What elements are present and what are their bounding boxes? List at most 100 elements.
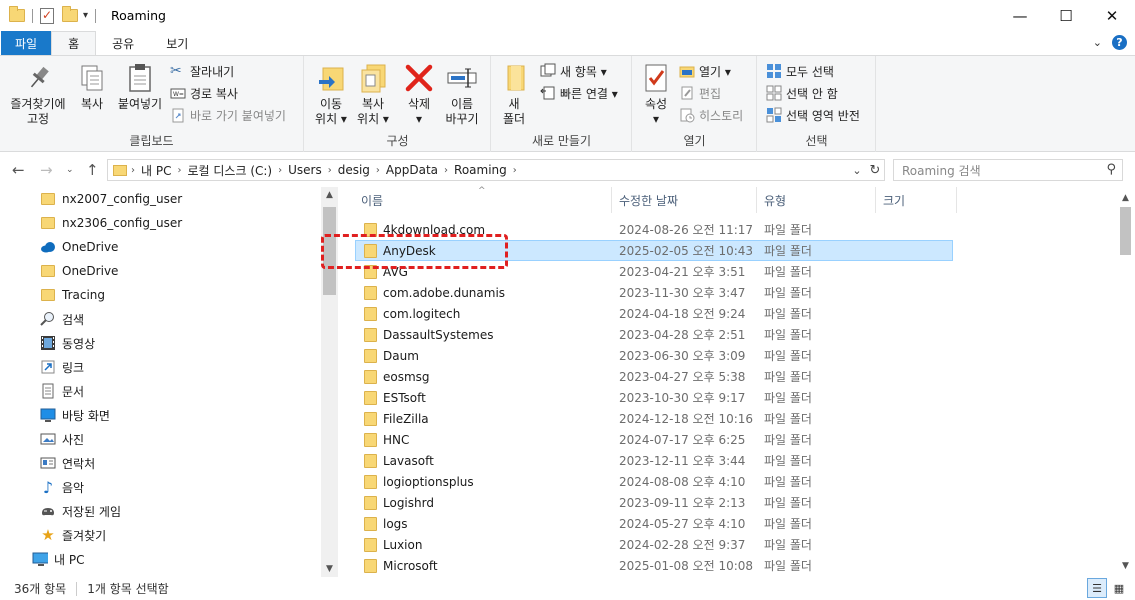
file-row[interactable]: logs 2024-05-27 오후 4:10 파일 폴더 bbox=[355, 513, 953, 534]
column-header-date[interactable]: 수정한 날짜 bbox=[613, 187, 757, 213]
properties-dropdown[interactable]: ▾ bbox=[653, 112, 659, 127]
rename-button[interactable]: 이름 바꾸기 bbox=[442, 62, 482, 127]
nav-item-searches[interactable]: 검색 bbox=[40, 307, 84, 331]
nav-item-videos[interactable]: 동영상 bbox=[40, 331, 95, 355]
file-row[interactable]: FileZilla 2024-12-18 오전 10:16 파일 폴더 bbox=[355, 408, 953, 429]
file-row[interactable]: eosmsg 2023-04-27 오후 5:38 파일 폴더 bbox=[355, 366, 953, 387]
file-row[interactable]: ESTsoft 2023-10-30 오후 9:17 파일 폴더 bbox=[355, 387, 953, 408]
nav-item-onedrive-folder[interactable]: OneDrive bbox=[40, 259, 118, 283]
breadcrumb-separator-icon[interactable]: › bbox=[513, 165, 517, 176]
breadcrumb-separator-icon[interactable]: › bbox=[376, 165, 380, 176]
invert-selection-button[interactable]: 선택 영역 반전 bbox=[766, 105, 860, 125]
scrollbar-thumb[interactable] bbox=[1120, 207, 1131, 255]
file-row[interactable]: Logishrd 2023-09-11 오후 2:13 파일 폴더 bbox=[355, 492, 953, 513]
close-button[interactable]: ✕ bbox=[1089, 0, 1135, 31]
delete-dropdown[interactable]: ▾ bbox=[416, 112, 422, 127]
minimize-button[interactable]: — bbox=[997, 0, 1043, 31]
file-row[interactable]: Microsoft 2025-01-08 오전 10:08 파일 폴더 bbox=[355, 555, 953, 576]
select-none-button[interactable]: 선택 안 함 bbox=[766, 83, 838, 103]
scroll-up-icon[interactable]: ▲ bbox=[1117, 193, 1134, 203]
move-to-button[interactable]: 이동 위치 ▾ bbox=[311, 62, 351, 127]
breadcrumb-separator-icon[interactable]: › bbox=[444, 165, 448, 176]
file-row[interactable]: Luxion 2024-02-28 오전 9:37 파일 폴더 bbox=[355, 534, 953, 555]
nav-item-desktop[interactable]: 바탕 화면 bbox=[40, 403, 110, 427]
nav-item-favorites[interactable]: ★ 즐겨찾기 bbox=[40, 523, 106, 547]
select-all-button[interactable]: 모두 선택 bbox=[766, 61, 834, 81]
tab-home[interactable]: 홈 bbox=[51, 31, 97, 56]
breadcrumb-separator-icon[interactable]: › bbox=[131, 165, 135, 176]
properties-button[interactable]: 속성 ▾ bbox=[637, 62, 675, 127]
copy-button[interactable]: 복사 bbox=[74, 62, 110, 112]
nav-item-links[interactable]: 링크 bbox=[40, 355, 84, 379]
file-name: FileZilla bbox=[383, 411, 429, 426]
breadcrumb-separator-icon[interactable]: › bbox=[278, 165, 282, 176]
file-row[interactable]: Lavasoft 2023-12-11 오후 3:44 파일 폴더 bbox=[355, 450, 953, 471]
history-button[interactable]: 히스토리 bbox=[679, 105, 743, 125]
copy-path-label: 경로 복사 bbox=[190, 86, 238, 101]
nav-item-documents[interactable]: 문서 bbox=[40, 379, 84, 403]
paste-shortcut-button[interactable]: 바로 가기 붙여넣기 bbox=[170, 105, 286, 125]
file-row[interactable]: logioptionsplus 2024-08-08 오후 4:10 파일 폴더 bbox=[355, 471, 953, 492]
scroll-down-icon[interactable]: ▼ bbox=[321, 564, 338, 574]
ribbon-collapse-icon[interactable]: ⌄ bbox=[1093, 36, 1102, 49]
address-bar[interactable]: › 내 PC › 로컬 디스크 (C:) › Users › desig › A… bbox=[107, 159, 885, 181]
nav-item-onedrive-cloud[interactable]: OneDrive bbox=[40, 235, 118, 259]
breadcrumb-users[interactable]: Users bbox=[288, 163, 322, 177]
breadcrumb-local-disk[interactable]: 로컬 디스크 (C:) bbox=[187, 162, 272, 179]
tab-file[interactable]: 파일 bbox=[1, 31, 52, 55]
new-item-button[interactable]: 새 항목 ▾ bbox=[540, 61, 607, 81]
copy-path-button[interactable]: W= 경로 복사 bbox=[170, 83, 238, 103]
nav-item-saved-games[interactable]: 저장된 게임 bbox=[40, 499, 121, 523]
nav-item-nx2007-config-user[interactable]: nx2007_config_user bbox=[40, 187, 182, 211]
forward-arrow-icon[interactable]: → bbox=[40, 161, 53, 179]
file-row[interactable]: Daum 2023-06-30 오후 3:09 파일 폴더 bbox=[355, 345, 953, 366]
tab-view[interactable]: 보기 bbox=[150, 31, 204, 55]
breadcrumb-separator-icon[interactable]: › bbox=[177, 165, 181, 176]
column-header-type[interactable]: 유형 bbox=[758, 187, 876, 213]
nav-item-contacts[interactable]: 연락처 bbox=[40, 451, 95, 475]
breadcrumb-appdata[interactable]: AppData bbox=[386, 163, 438, 177]
nav-item-pictures[interactable]: 사진 bbox=[40, 427, 84, 451]
delete-button[interactable]: 삭제 ▾ bbox=[401, 62, 437, 127]
file-row[interactable]: com.adobe.dunamis 2023-11-30 오후 3:47 파일 … bbox=[355, 282, 953, 303]
details-view-icon[interactable]: ☰ bbox=[1087, 578, 1107, 598]
nav-item-label: 사진 bbox=[62, 432, 85, 447]
refresh-icon[interactable]: ↻ bbox=[866, 163, 884, 178]
column-header-size[interactable]: 크기 bbox=[877, 187, 957, 213]
copy-to-button[interactable]: 복사 위치 ▾ bbox=[353, 62, 393, 127]
tab-share[interactable]: 공유 bbox=[96, 31, 150, 55]
scroll-down-icon[interactable]: ▼ bbox=[1117, 561, 1134, 571]
easy-access-button[interactable]: 빠른 연결 ▾ bbox=[540, 83, 618, 103]
search-input[interactable]: Roaming 검색 ⚲ bbox=[893, 159, 1123, 181]
pin-to-quick-access-button[interactable]: 즐겨찾기에 고정 bbox=[6, 62, 70, 127]
back-arrow-icon[interactable]: ← bbox=[12, 161, 25, 179]
customize-toolbar-dropdown[interactable]: ▾ bbox=[83, 10, 88, 21]
recent-locations-chevron-icon[interactable]: ⌄ bbox=[66, 165, 74, 175]
open-button[interactable]: 열기 ▾ bbox=[679, 61, 731, 81]
breadcrumb-separator-icon[interactable]: › bbox=[328, 165, 332, 176]
paste-button[interactable]: 붙여넣기 bbox=[114, 62, 166, 112]
new-folder-button[interactable]: 새 폴더 bbox=[498, 62, 530, 127]
cut-button[interactable]: ✂ 잘라내기 bbox=[170, 61, 234, 81]
up-arrow-icon[interactable]: ↑ bbox=[86, 161, 99, 179]
breadcrumb-roaming[interactable]: Roaming bbox=[454, 163, 507, 177]
column-header-name[interactable]: 이름 bbox=[355, 187, 612, 213]
scroll-up-icon[interactable]: ▲ bbox=[321, 190, 338, 200]
new-folder-icon[interactable] bbox=[62, 6, 78, 22]
file-list-scrollbar[interactable]: ▲ ▼ bbox=[1117, 187, 1134, 577]
help-icon[interactable]: ? bbox=[1112, 35, 1127, 50]
file-row[interactable]: DassaultSystemes 2023-04-28 오후 2:51 파일 폴… bbox=[355, 324, 953, 345]
nav-item-music[interactable]: ♪ 음악 bbox=[40, 475, 84, 499]
edit-button[interactable]: 편집 bbox=[679, 83, 721, 103]
address-history-chevron-icon[interactable]: ⌄ bbox=[848, 164, 866, 177]
nav-item-nx2306-config-user[interactable]: nx2306_config_user bbox=[40, 211, 182, 235]
file-row[interactable]: HNC 2024-07-17 오후 6:25 파일 폴더 bbox=[355, 429, 953, 450]
large-icons-view-icon[interactable]: ▦ bbox=[1109, 578, 1129, 598]
file-row[interactable]: com.logitech 2024-04-18 오전 9:24 파일 폴더 bbox=[355, 303, 953, 324]
properties-icon[interactable] bbox=[40, 7, 54, 24]
maximize-button[interactable]: ☐ bbox=[1043, 0, 1089, 31]
breadcrumb-my-pc[interactable]: 내 PC bbox=[141, 162, 171, 179]
nav-item-tracing[interactable]: Tracing bbox=[40, 283, 105, 307]
nav-item-my-pc[interactable]: 내 PC bbox=[32, 547, 84, 571]
breadcrumb-desig[interactable]: desig bbox=[338, 163, 370, 177]
